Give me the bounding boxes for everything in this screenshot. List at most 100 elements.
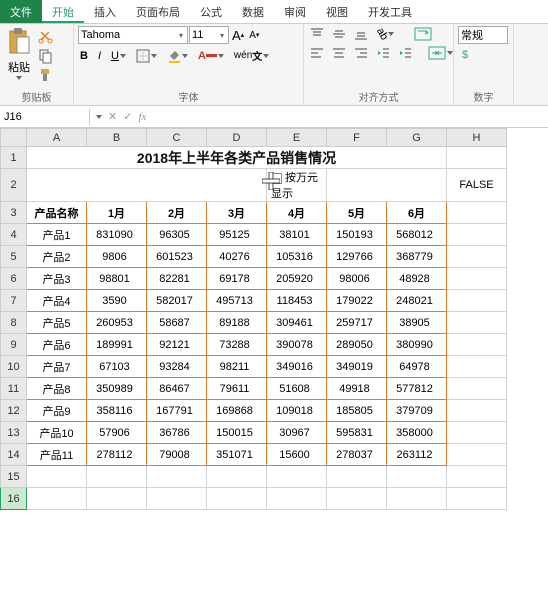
font-size-input[interactable] bbox=[192, 29, 218, 41]
cell-H5[interactable] bbox=[447, 246, 507, 268]
product-name-7[interactable]: 产品4 bbox=[27, 290, 87, 312]
col-header-A[interactable]: A bbox=[27, 129, 87, 147]
bold-button[interactable]: B bbox=[78, 49, 90, 63]
cell-r16-4[interactable] bbox=[267, 488, 327, 510]
product-name-10[interactable]: 产品7 bbox=[27, 356, 87, 378]
cell-r15-2[interactable] bbox=[147, 466, 207, 488]
data-7-0[interactable]: 3590 bbox=[87, 290, 147, 312]
data-11-5[interactable]: 577812 bbox=[387, 378, 447, 400]
header-1[interactable]: 1月 bbox=[87, 202, 147, 224]
row-header-9[interactable]: 9 bbox=[1, 334, 27, 356]
data-5-4[interactable]: 129766 bbox=[327, 246, 387, 268]
row-header-15[interactable]: 15 bbox=[1, 466, 27, 488]
data-6-0[interactable]: 98801 bbox=[87, 268, 147, 290]
data-4-5[interactable]: 568012 bbox=[387, 224, 447, 246]
product-name-4[interactable]: 产品1 bbox=[27, 224, 87, 246]
row-header-7[interactable]: 7 bbox=[1, 290, 27, 312]
cell-r16-0[interactable] bbox=[27, 488, 87, 510]
cell-H13[interactable] bbox=[447, 422, 507, 444]
data-14-5[interactable]: 263112 bbox=[387, 444, 447, 466]
align-bottom-button[interactable] bbox=[352, 26, 370, 42]
data-14-4[interactable]: 278037 bbox=[327, 444, 387, 466]
data-8-4[interactable]: 259717 bbox=[327, 312, 387, 334]
number-format-combo[interactable]: 常规 bbox=[458, 26, 508, 44]
format-painter-button[interactable] bbox=[36, 66, 56, 84]
row-header-10[interactable]: 10 bbox=[1, 356, 27, 378]
font-name-combo[interactable]: ▾ bbox=[78, 26, 188, 44]
cell-r15-5[interactable] bbox=[327, 466, 387, 488]
cell-r15-4[interactable] bbox=[267, 466, 327, 488]
data-13-2[interactable]: 150015 bbox=[207, 422, 267, 444]
merge-button[interactable] bbox=[426, 45, 455, 61]
data-7-5[interactable]: 248021 bbox=[387, 290, 447, 312]
wrap-text-button[interactable] bbox=[412, 26, 434, 42]
data-13-5[interactable]: 358000 bbox=[387, 422, 447, 444]
data-12-5[interactable]: 379709 bbox=[387, 400, 447, 422]
cut-button[interactable] bbox=[36, 28, 56, 46]
data-6-1[interactable]: 82281 bbox=[147, 268, 207, 290]
border-button[interactable] bbox=[134, 48, 159, 64]
product-name-13[interactable]: 产品10 bbox=[27, 422, 87, 444]
font-size-combo[interactable]: ▾ bbox=[189, 26, 229, 44]
data-14-2[interactable]: 351071 bbox=[207, 444, 267, 466]
cell-H10[interactable] bbox=[447, 356, 507, 378]
data-10-2[interactable]: 98211 bbox=[207, 356, 267, 378]
orientation-button[interactable]: ab bbox=[374, 27, 396, 41]
copy-button[interactable] bbox=[36, 47, 56, 65]
spreadsheet-grid[interactable]: ABCDEFGH12018年上半年各类产品销售情况2按万元显示FALSE3产品名… bbox=[0, 128, 548, 573]
data-7-1[interactable]: 582017 bbox=[147, 290, 207, 312]
data-8-3[interactable]: 309461 bbox=[267, 312, 327, 334]
cell-F2G2[interactable] bbox=[327, 169, 447, 202]
tab-file[interactable]: 文件 bbox=[0, 0, 42, 23]
product-name-6[interactable]: 产品3 bbox=[27, 268, 87, 290]
row-header-2[interactable]: 2 bbox=[1, 169, 27, 202]
cell-H6[interactable] bbox=[447, 268, 507, 290]
row-header-6[interactable]: 6 bbox=[1, 268, 27, 290]
shrink-font-button[interactable]: A▾ bbox=[247, 29, 261, 42]
align-right-button[interactable] bbox=[352, 45, 370, 61]
title-cell[interactable]: 2018年上半年各类产品销售情况 bbox=[27, 147, 447, 169]
tab-layout[interactable]: 页面布局 bbox=[126, 0, 190, 23]
cell-H2[interactable]: FALSE bbox=[447, 169, 507, 202]
row-header-1[interactable]: 1 bbox=[1, 147, 27, 169]
cell-r15-3[interactable] bbox=[207, 466, 267, 488]
italic-button[interactable]: I bbox=[96, 49, 103, 63]
data-12-0[interactable]: 358116 bbox=[87, 400, 147, 422]
row-header-5[interactable]: 5 bbox=[1, 246, 27, 268]
col-header-C[interactable]: C bbox=[147, 129, 207, 147]
data-11-0[interactable]: 350989 bbox=[87, 378, 147, 400]
cell-r16-7[interactable] bbox=[447, 488, 507, 510]
data-5-5[interactable]: 368779 bbox=[387, 246, 447, 268]
header-3[interactable]: 3月 bbox=[207, 202, 267, 224]
data-11-4[interactable]: 49918 bbox=[327, 378, 387, 400]
data-14-1[interactable]: 79008 bbox=[147, 444, 207, 466]
data-7-3[interactable]: 118453 bbox=[267, 290, 327, 312]
font-color-button[interactable]: A bbox=[196, 49, 226, 63]
tab-home[interactable]: 开始 bbox=[42, 0, 84, 23]
cell-r15-0[interactable] bbox=[27, 466, 87, 488]
data-9-4[interactable]: 289050 bbox=[327, 334, 387, 356]
data-9-1[interactable]: 92121 bbox=[147, 334, 207, 356]
cell-H14[interactable] bbox=[447, 444, 507, 466]
col-header-B[interactable]: B bbox=[87, 129, 147, 147]
data-10-3[interactable]: 349016 bbox=[267, 356, 327, 378]
cell-r15-6[interactable] bbox=[387, 466, 447, 488]
data-8-0[interactable]: 260953 bbox=[87, 312, 147, 334]
tab-dev[interactable]: 开发工具 bbox=[358, 0, 422, 23]
data-12-1[interactable]: 167791 bbox=[147, 400, 207, 422]
fx-button[interactable]: fx bbox=[138, 111, 146, 123]
cell-H4[interactable] bbox=[447, 224, 507, 246]
data-12-3[interactable]: 109018 bbox=[267, 400, 327, 422]
header-6[interactable]: 6月 bbox=[387, 202, 447, 224]
data-6-4[interactable]: 98006 bbox=[327, 268, 387, 290]
cell-A2D2[interactable] bbox=[27, 169, 267, 202]
indent-dec-button[interactable] bbox=[374, 45, 392, 61]
data-4-3[interactable]: 38101 bbox=[267, 224, 327, 246]
cell-H8[interactable] bbox=[447, 312, 507, 334]
header-4[interactable]: 4月 bbox=[267, 202, 327, 224]
header-2[interactable]: 2月 bbox=[147, 202, 207, 224]
product-name-9[interactable]: 产品6 bbox=[27, 334, 87, 356]
formula-bar[interactable] bbox=[152, 115, 548, 119]
row-header-12[interactable]: 12 bbox=[1, 400, 27, 422]
row-header-4[interactable]: 4 bbox=[1, 224, 27, 246]
